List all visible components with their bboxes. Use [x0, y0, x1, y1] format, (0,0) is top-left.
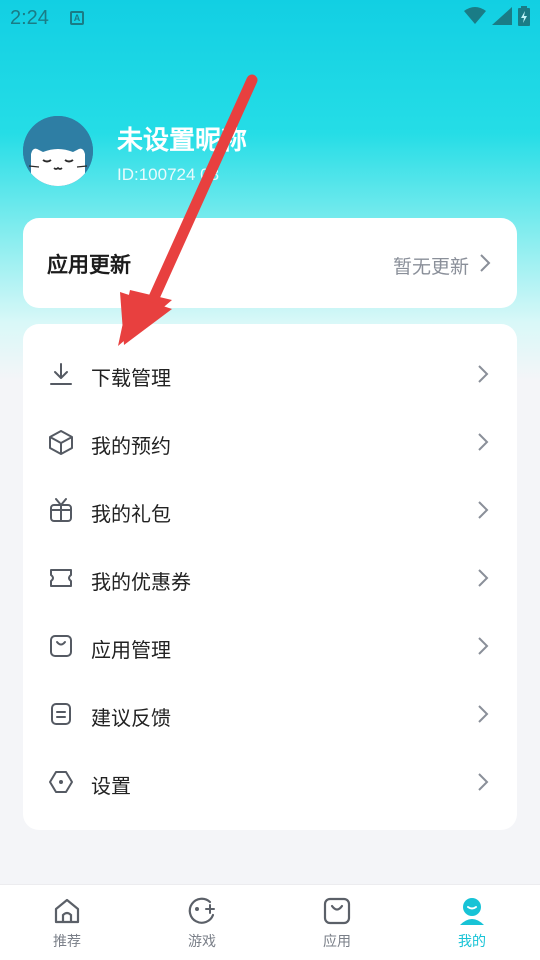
menu-item-label: 应用管理 [91, 638, 171, 662]
bottom-tab-bar: 推荐 游戏 应用 我的 [0, 884, 540, 960]
avatar[interactable] [23, 116, 93, 186]
menu-item-reservations[interactable]: 我的预约 [23, 408, 517, 476]
ticket-icon [50, 569, 72, 587]
app-update-status: 暂无更新 [392, 256, 469, 278]
menu-item-label: 下载管理 [91, 366, 171, 390]
bag-icon [50, 635, 72, 657]
profile-icon [460, 898, 484, 925]
keyboard-indicator-icon: A [70, 11, 84, 25]
menu-item-label: 我的预约 [91, 434, 171, 458]
menu-item-gift-packs[interactable]: 我的礼包 [23, 476, 517, 544]
menu-item-label: 建议反馈 [91, 706, 171, 730]
chevron-right-icon [480, 254, 491, 272]
app-update-title: 应用更新 [47, 253, 131, 277]
feedback-icon [51, 703, 71, 725]
settings-icon [49, 771, 73, 793]
chevron-right-icon [478, 365, 489, 383]
chevron-right-icon [478, 569, 489, 587]
box-icon [49, 430, 73, 455]
menu-item-settings[interactable]: 设置 [23, 748, 517, 816]
chevron-right-icon [478, 773, 489, 791]
bag-icon [323, 897, 351, 925]
tab-label: 我的 [458, 934, 486, 950]
user-id: ID:100724 03 [117, 165, 220, 184]
game-icon [188, 897, 215, 924]
tab-label: 应用 [323, 934, 351, 950]
chevron-right-icon [478, 433, 489, 451]
nickname[interactable]: 未设置昵称 [117, 120, 247, 157]
chevron-right-icon [478, 637, 489, 655]
home-icon [54, 898, 80, 924]
wifi-icon [464, 7, 486, 24]
menu-item-label: 我的礼包 [91, 502, 171, 526]
tab-mine[interactable]: 我的 [432, 895, 512, 955]
battery-icon [518, 6, 530, 26]
header-background [0, 0, 540, 380]
gift-icon [50, 498, 72, 522]
menu-item-label: 设置 [91, 774, 131, 798]
chevron-right-icon [478, 705, 489, 723]
menu-item-coupons[interactable]: 我的优惠券 [23, 544, 517, 612]
menu-card: 下载管理 我的预约 我的礼包 我的优惠券 应用管理 建议反馈 设置 [23, 324, 517, 830]
menu-item-app-management[interactable]: 应用管理 [23, 612, 517, 680]
tab-label: 推荐 [53, 934, 81, 950]
tab-apps[interactable]: 应用 [297, 895, 377, 955]
cat-avatar-icon [23, 116, 93, 186]
signal-icon [492, 7, 512, 25]
menu-item-download-manager[interactable]: 下载管理 [23, 340, 517, 408]
tab-recommend[interactable]: 推荐 [27, 895, 107, 955]
tab-label: 游戏 [188, 934, 216, 950]
download-icon [50, 363, 72, 385]
status-bar: 2:24 A [0, 0, 540, 36]
status-time: 2:24 [10, 7, 49, 29]
status-icons [464, 6, 530, 26]
menu-item-label: 我的优惠券 [91, 570, 191, 594]
chevron-right-icon [478, 501, 489, 519]
profile-header[interactable]: 未设置昵称 ID:100724 03 [23, 116, 503, 188]
tab-games[interactable]: 游戏 [162, 895, 242, 955]
menu-item-feedback[interactable]: 建议反馈 [23, 680, 517, 748]
app-update-card[interactable]: 应用更新 暂无更新 [23, 218, 517, 308]
